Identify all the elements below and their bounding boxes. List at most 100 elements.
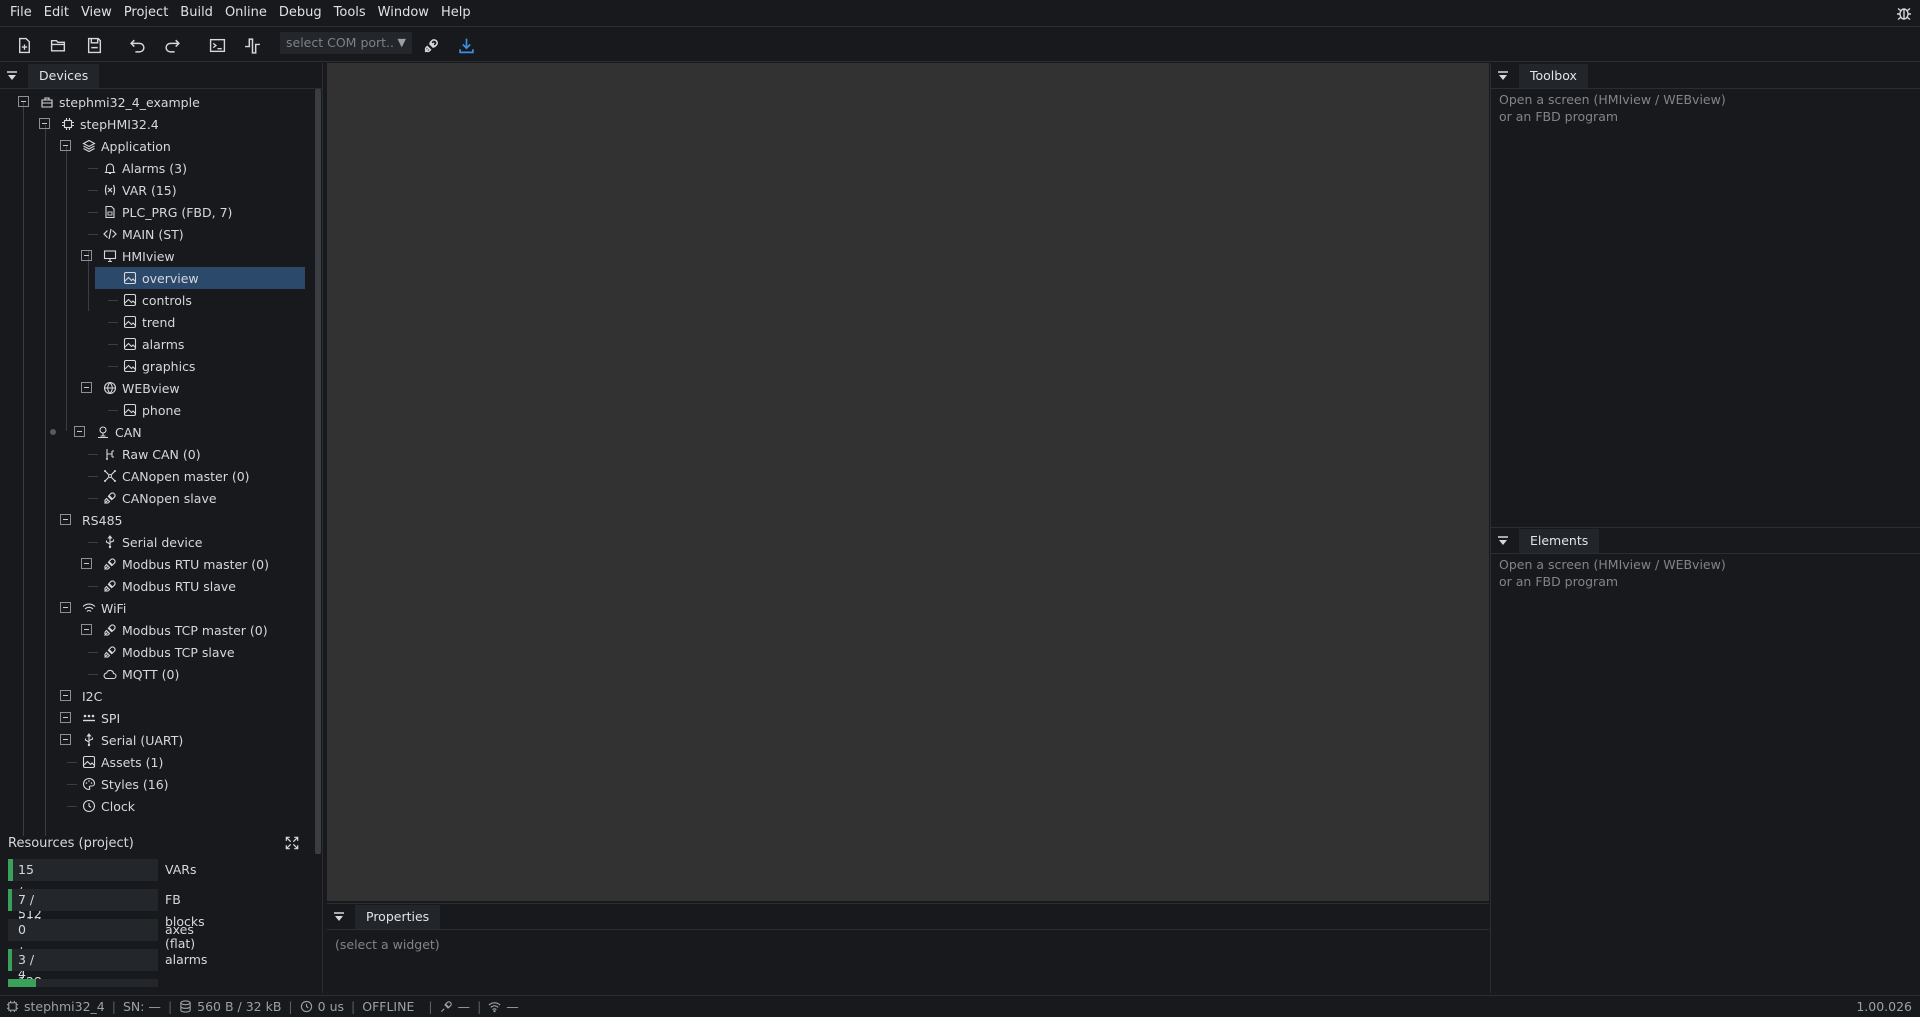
usb-icon [82, 733, 96, 747]
tree-item-alarms[interactable]: alarms [123, 333, 184, 355]
tab-elements[interactable]: Elements [1519, 528, 1600, 553]
tree-item-stephmi32-4-example[interactable]: stephmi32_4_example [40, 91, 200, 113]
tree-item-modbus-rtu-slave[interactable]: Modbus RTU slave [103, 575, 236, 597]
collapse-toggle-icon[interactable] [60, 690, 71, 701]
tree-item-can[interactable]: CAN [96, 421, 142, 443]
panel-menu-icon[interactable] [0, 64, 24, 88]
tree-item-plc-prg-fbd-7[interactable]: PLC_PRG (FBD, 7) [103, 201, 232, 223]
tree-item-label: I2C [82, 688, 103, 704]
elements-hint-line2: or an FBD program [1499, 574, 1619, 589]
collapse-toggle-icon[interactable] [81, 382, 92, 393]
tree-item-hmiview[interactable]: HMIview [103, 245, 175, 267]
menu-file[interactable]: File [0, 0, 38, 26]
tree-item-canopen-slave[interactable]: CANopen slave [103, 487, 217, 509]
raw-can-icon [103, 447, 117, 461]
tree-branch-line [108, 410, 118, 411]
redo-icon[interactable] [161, 34, 183, 56]
collapse-toggle-icon[interactable] [18, 96, 29, 107]
tree-item-stephmi32-4[interactable]: stepHMI32.4 [61, 113, 159, 135]
tree-item-styles-16[interactable]: Styles (16) [82, 773, 169, 795]
tree-item-graphics[interactable]: graphics [123, 355, 195, 377]
collapse-toggle-icon[interactable] [60, 514, 71, 525]
menu-project[interactable]: Project [118, 0, 174, 26]
tree-item-modbus-rtu-master-0[interactable]: Modbus RTU master (0) [103, 553, 269, 575]
connect-icon[interactable] [420, 34, 442, 56]
toolbox-hint-line2: or an FBD program [1499, 109, 1619, 124]
tree-item-serial-uart[interactable]: Serial (UART) [82, 729, 183, 751]
new-file-icon[interactable] [13, 34, 35, 56]
toolbox-hint: Open a screen (HMIview / WEBview) or an … [1491, 89, 1920, 127]
menu-build[interactable]: Build [174, 0, 219, 26]
com-port-select[interactable]: select COM port.. ▼ [280, 32, 412, 54]
menu-online[interactable]: Online [219, 0, 273, 26]
tree-item-clock[interactable]: Clock [82, 795, 135, 817]
tree-item-mqtt-0[interactable]: MQTT (0) [103, 663, 179, 685]
tree-item-label: Alarms (3) [122, 160, 187, 176]
tree-item-wifi[interactable]: WiFi [82, 597, 126, 619]
panel-menu-icon[interactable] [327, 905, 351, 929]
collapse-toggle-icon[interactable] [81, 624, 92, 635]
open-folder-icon[interactable] [47, 34, 69, 56]
tree-scrollbar[interactable] [315, 89, 321, 854]
tab-properties[interactable]: Properties [355, 904, 441, 929]
collapse-toggle-icon[interactable] [81, 558, 92, 569]
tree-item-i2c[interactable]: I2C [82, 685, 102, 707]
wifi-icon [82, 601, 96, 615]
collapse-toggle-icon[interactable] [60, 712, 71, 723]
tree-item-spi[interactable]: SPI [82, 707, 120, 729]
expand-icon[interactable] [285, 836, 303, 852]
menu-window[interactable]: Window [372, 0, 435, 26]
undo-icon[interactable] [126, 34, 148, 56]
tree-item-var-15[interactable]: VAR (15) [103, 179, 177, 201]
plug-icon [440, 1001, 452, 1013]
image-icon [123, 359, 137, 373]
tree-item-alarms-3[interactable]: Alarms (3) [103, 157, 187, 179]
collapse-toggle-icon[interactable] [60, 602, 71, 613]
tree-item-webview[interactable]: WEBview [103, 377, 180, 399]
download-icon[interactable] [455, 34, 477, 56]
tree-item-label: Raw CAN (0) [122, 446, 201, 462]
panel-menu-icon[interactable] [1491, 529, 1515, 553]
com-port-value: select COM port.. [286, 35, 395, 50]
collapse-toggle-icon[interactable] [81, 250, 92, 261]
bug-icon[interactable] [1896, 5, 1912, 21]
signal-icon[interactable] [241, 34, 263, 56]
collapse-toggle-icon[interactable] [60, 140, 71, 151]
tree-branch-line [88, 168, 98, 169]
collapse-toggle-icon[interactable] [60, 734, 71, 745]
tree-item-assets-1[interactable]: Assets (1) [82, 751, 163, 773]
tree-item-rs485[interactable]: RS485 [82, 509, 122, 531]
tree-item-trend[interactable]: trend [123, 311, 175, 333]
menu-tools[interactable]: Tools [328, 0, 372, 26]
image-icon [123, 293, 137, 307]
tree-item-modbus-tcp-slave[interactable]: Modbus TCP slave [103, 641, 235, 663]
tree-item-label: stepHMI32.4 [80, 116, 159, 132]
tab-devices[interactable]: Devices [28, 63, 100, 88]
menu-view[interactable]: View [75, 0, 118, 26]
collapse-toggle-icon[interactable] [74, 426, 85, 437]
tree-item-phone[interactable]: phone [123, 399, 181, 421]
status-link: — [440, 999, 470, 1014]
tree-item-modbus-tcp-master-0[interactable]: Modbus TCP master (0) [103, 619, 268, 641]
tree-item-canopen-master-0[interactable]: CANopen master (0) [103, 465, 250, 487]
menu-debug[interactable]: Debug [273, 0, 328, 26]
collapse-toggle-icon[interactable] [39, 118, 50, 129]
terminal-icon[interactable] [206, 34, 228, 56]
tree-item-serial-device[interactable]: Serial device [103, 531, 202, 553]
status-memory-value: 560 B / 32 kB [197, 999, 282, 1014]
tree-item-label: Serial device [122, 534, 203, 550]
tree-item-label: Modbus TCP slave [122, 644, 235, 660]
menu-edit[interactable]: Edit [38, 0, 75, 26]
tree-item-label: Assets (1) [101, 754, 164, 770]
tree-item-main-st[interactable]: MAIN (ST) [103, 223, 184, 245]
tree-item-application[interactable]: Application [82, 135, 171, 157]
status-version: 1.00.026 [1856, 999, 1912, 1014]
save-icon[interactable] [83, 34, 105, 56]
tree-item-raw-can-0[interactable]: Raw CAN (0) [103, 443, 201, 465]
tree-item-overview[interactable]: overview [95, 267, 305, 289]
menu-help[interactable]: Help [435, 0, 477, 26]
editor-canvas[interactable] [327, 63, 1489, 901]
tree-item-controls[interactable]: controls [123, 289, 192, 311]
panel-menu-icon[interactable] [1491, 64, 1515, 88]
tab-toolbox[interactable]: Toolbox [1519, 63, 1588, 88]
